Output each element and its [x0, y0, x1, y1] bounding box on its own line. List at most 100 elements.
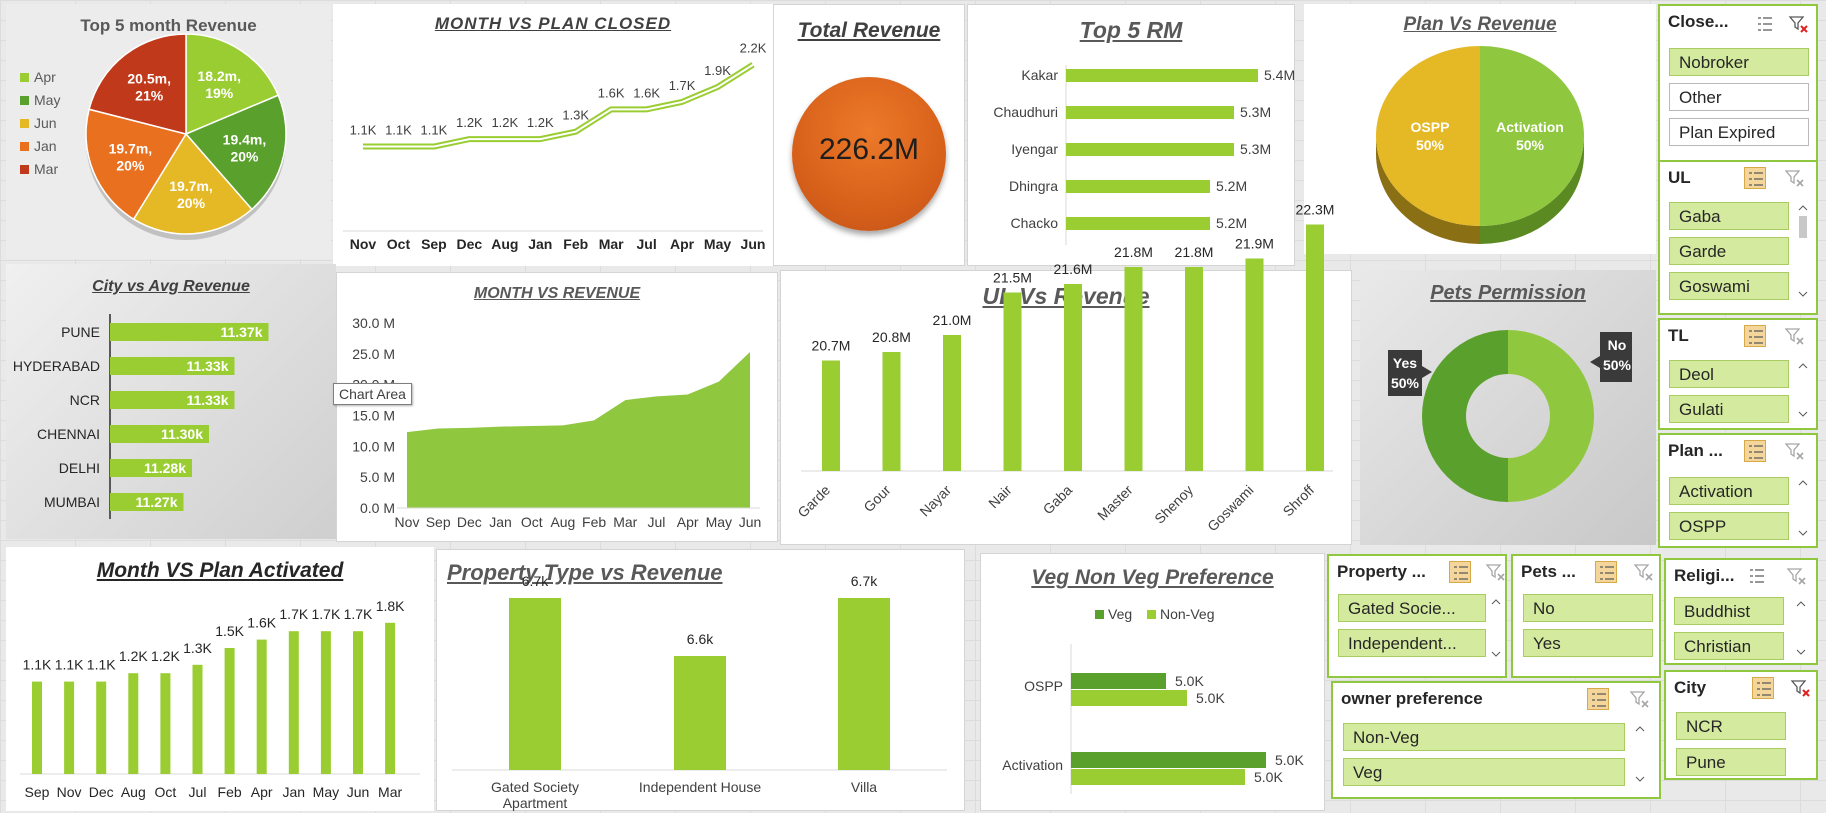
- multi-select-icon[interactable]: [1595, 561, 1617, 583]
- y-tick-label: NCR: [70, 392, 100, 408]
- x-tick-label: Mar: [613, 514, 637, 530]
- slicer-item[interactable]: Activation: [1669, 477, 1789, 505]
- slicer-item[interactable]: OSPP: [1669, 512, 1789, 540]
- data-label: 21.6M: [1054, 261, 1093, 277]
- ul-vs-revenue-panel[interactable]: UL Vs Revenue 20.7M Garde 20.8M Gour 21.0M Na…: [780, 202, 1352, 545]
- clear-filter-icon[interactable]: [1784, 326, 1804, 346]
- slicer-plan[interactable]: Plan ... Activation OSPP: [1658, 433, 1818, 548]
- scrollbar[interactable]: [1633, 723, 1647, 787]
- slice-percent-label: 20%: [177, 195, 206, 211]
- slicer-property[interactable]: Property ... Gated Socie... Independent.…: [1327, 554, 1507, 678]
- city-vs-avg-revenue-panel[interactable]: City vs Avg Revenue PUNE 11.37k HYDERABAD 1…: [6, 264, 336, 539]
- slicer-item[interactable]: Pune: [1676, 748, 1786, 776]
- data-label: 1.2K: [151, 648, 180, 664]
- slicer-pets[interactable]: Pets ... No Yes: [1511, 554, 1661, 678]
- x-tick-label: Dec: [457, 236, 483, 252]
- top5-month-revenue-panel[interactable]: Top 5 month Revenue 18.2m, 19% 19.4m, 20% 19…: [6, 4, 331, 259]
- data-label: 5.4M: [1264, 67, 1295, 83]
- scrollbar[interactable]: [1796, 202, 1810, 302]
- y-tick-label: Activation: [1002, 757, 1063, 773]
- x-tick-label: Shenoy: [1151, 482, 1196, 527]
- slicer-item[interactable]: Other: [1669, 83, 1809, 111]
- bar: [1066, 217, 1210, 230]
- legend-label: May: [34, 92, 60, 108]
- clear-filter-icon[interactable]: [1790, 678, 1810, 698]
- slicer-item[interactable]: Plan Expired: [1669, 118, 1809, 146]
- scrollbar[interactable]: [1796, 360, 1810, 422]
- multi-select-icon[interactable]: [1744, 325, 1766, 347]
- slicer-item[interactable]: Gated Socie...: [1338, 594, 1486, 622]
- data-label: 1.7K: [669, 78, 696, 93]
- slicer-item[interactable]: Yes: [1523, 629, 1653, 657]
- callout-percent: 50%: [1603, 357, 1632, 373]
- multi-select-icon[interactable]: [1449, 561, 1471, 583]
- clear-filter-icon[interactable]: [1485, 562, 1505, 582]
- slicer-item[interactable]: No: [1523, 594, 1653, 622]
- data-label: 1.9K: [704, 63, 731, 78]
- scrollbar[interactable]: [1796, 477, 1810, 541]
- multi-select-icon[interactable]: [1754, 13, 1776, 35]
- total-revenue-panel[interactable]: Total Revenue 226.2M: [773, 4, 965, 266]
- data-label: 1.2K: [456, 115, 483, 130]
- slicer-item[interactable]: Non-Veg: [1343, 723, 1625, 751]
- slicer-item[interactable]: Buddhist: [1674, 597, 1784, 625]
- slicer-religion[interactable]: Religi... Buddhist Christian: [1664, 558, 1818, 665]
- pets-permission-panel[interactable]: Pets Permission No 50% Yes 50%: [1360, 270, 1656, 545]
- property-type-panel[interactable]: Property Type vs Revenue 6.7k 6.6k 6.7k Gat…: [436, 549, 965, 811]
- callout-category: No: [1608, 337, 1627, 353]
- bar: [674, 656, 726, 770]
- slice-category-label: Activation: [1496, 119, 1564, 135]
- y-tick-label: CHENNAI: [37, 426, 100, 442]
- slicer-owner-preference[interactable]: owner preference Non-Veg Veg: [1331, 681, 1661, 799]
- x-tick-label: Dec: [89, 784, 114, 800]
- scrollbar[interactable]: [1794, 598, 1808, 660]
- slicer-item[interactable]: Deol: [1669, 360, 1789, 388]
- slicer-tl[interactable]: TL Deol Gulati: [1658, 318, 1818, 430]
- slicer-item[interactable]: Christian: [1674, 632, 1784, 660]
- x-tick-label: Gated Society: [491, 779, 579, 795]
- x-tick-label: Nov: [350, 236, 377, 252]
- top5-rm-panel[interactable]: Top 5 RM Kakar 5.4M Chaudhuri 5.3M Iyengar 5.…: [967, 4, 1295, 266]
- slicer-item[interactable]: NCR: [1676, 712, 1786, 740]
- multi-select-icon[interactable]: [1744, 167, 1766, 189]
- data-label: 1.7K: [279, 606, 308, 622]
- slicer-closed[interactable]: Close... Nobroker Other Plan Expired: [1658, 4, 1818, 162]
- data-label: 1.3K: [183, 640, 212, 656]
- data-label: 22.3M: [1296, 202, 1335, 218]
- veg-nonveg-panel[interactable]: Veg Non Veg Preference Veg Non-Veg OSPP 5.0…: [980, 553, 1325, 811]
- multi-select-icon[interactable]: [1587, 688, 1609, 710]
- clear-filter-icon[interactable]: [1786, 566, 1806, 586]
- clear-filter-icon[interactable]: [1633, 562, 1653, 582]
- slicer-item[interactable]: Independent...: [1338, 629, 1486, 657]
- slicer-item[interactable]: Garde: [1669, 237, 1789, 265]
- clear-filter-icon[interactable]: [1784, 441, 1804, 461]
- multi-select-icon[interactable]: [1752, 677, 1774, 699]
- bar: [224, 648, 235, 774]
- clear-filter-icon[interactable]: [1629, 689, 1649, 709]
- x-tick-label: Garde: [794, 482, 833, 521]
- multi-select-icon[interactable]: [1746, 565, 1768, 587]
- slicer-item[interactable]: Gaba: [1669, 202, 1789, 230]
- month-vs-plan-activated-panel[interactable]: Month VS Plan Activated 1.1K Sep 1.1K Nov 1.…: [6, 547, 434, 811]
- slicer-title: Plan ...: [1668, 441, 1723, 460]
- x-tick-label: Oct: [155, 784, 177, 800]
- bar: [822, 360, 840, 471]
- x-tick-label: Mar: [378, 784, 402, 800]
- clear-filter-icon[interactable]: [1788, 14, 1808, 34]
- month-vs-plan-closed-panel[interactable]: MONTH VS PLAN CLOSED 1.1K Nov 1.1K Oct 1.1K S…: [333, 4, 773, 266]
- slicer-item[interactable]: Goswami: [1669, 272, 1789, 300]
- donut-slice: [1422, 330, 1508, 502]
- clear-filter-icon[interactable]: [1784, 168, 1804, 188]
- slicer-ul[interactable]: UL Gaba Garde Goswami: [1658, 160, 1818, 315]
- slicer-item[interactable]: Veg: [1343, 758, 1625, 786]
- multi-select-icon[interactable]: [1744, 440, 1766, 462]
- month-vs-revenue-panel[interactable]: MONTH VS REVENUE 0.0 M 5.0 M 10.0 M 15.0 M2…: [336, 272, 778, 542]
- slicer-item[interactable]: Gulati: [1669, 395, 1789, 423]
- slicer-item[interactable]: Nobroker: [1669, 48, 1809, 76]
- scrollbar[interactable]: [1489, 596, 1503, 662]
- plan-vs-revenue-panel[interactable]: Plan Vs Revenue Activation 50% OSPP 50%: [1304, 4, 1656, 254]
- data-label: 1.6K: [598, 85, 625, 100]
- data-label: 5.3M: [1240, 141, 1271, 157]
- data-label: 21.8M: [1175, 244, 1214, 260]
- slicer-city[interactable]: City NCR Pune: [1664, 670, 1818, 780]
